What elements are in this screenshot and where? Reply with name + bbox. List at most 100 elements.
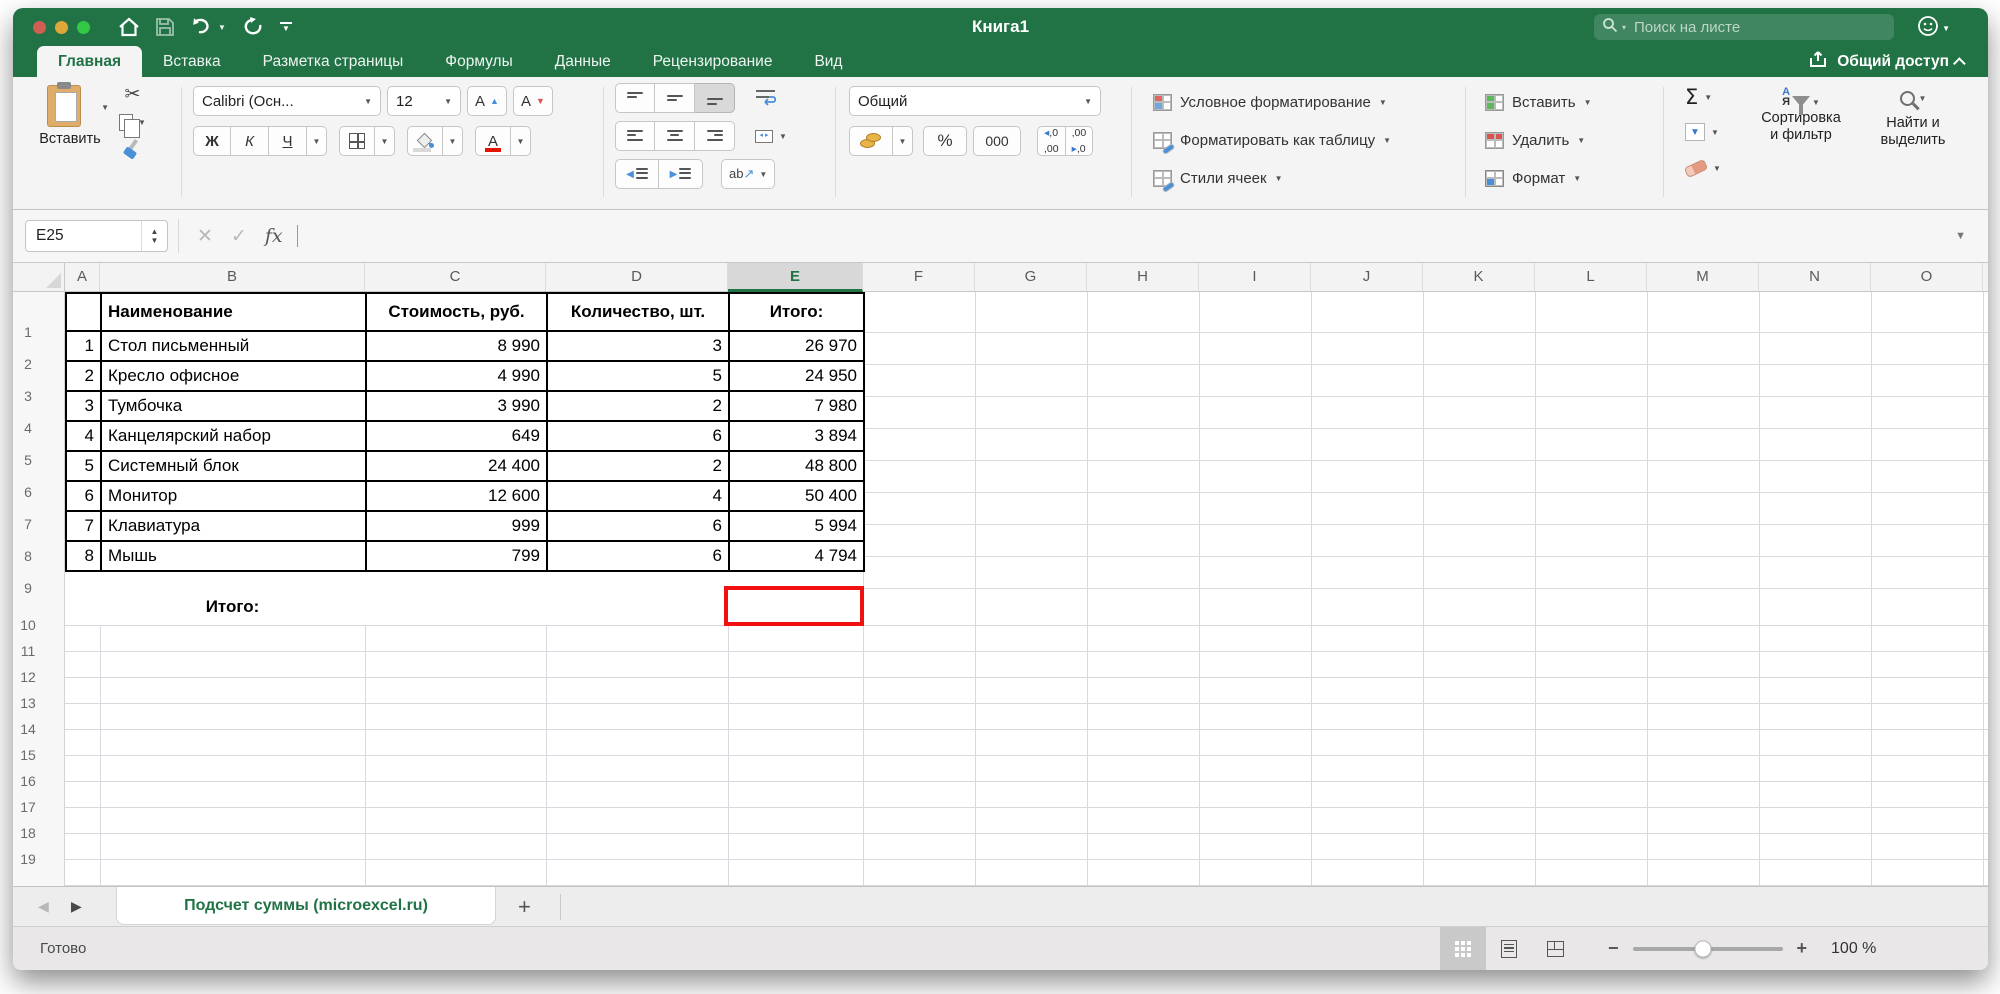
fill-color-dropdown-icon[interactable]: ▼ xyxy=(443,126,463,156)
cell-n[interactable]: 2 xyxy=(65,360,102,392)
zoom-slider[interactable] xyxy=(1632,940,1783,957)
search-input[interactable]: ▾ Поиск на листе xyxy=(1594,14,1894,40)
conditional-formatting-button[interactable]: Условное форматирование ▼ xyxy=(1153,87,1387,117)
search-scope-chevron-icon[interactable]: ▾ xyxy=(1622,23,1626,32)
column-header-n[interactable]: N xyxy=(1759,263,1871,291)
cell-qty[interactable]: 3 xyxy=(546,330,730,362)
cell-total[interactable]: 4 794 xyxy=(728,540,865,572)
decrease-indent-button[interactable]: ◀ xyxy=(615,159,659,189)
zoom-out-button[interactable]: − xyxy=(1608,938,1619,959)
decrease-font-button[interactable]: A ▼ xyxy=(512,86,553,116)
undo-dropdown-icon[interactable]: ▼ xyxy=(218,23,226,32)
orientation-button[interactable]: ab↗ ▼ xyxy=(721,159,776,189)
row-header-11[interactable]: 11 xyxy=(13,643,43,659)
cell-name[interactable]: Мышь xyxy=(100,540,367,572)
header-total[interactable]: Итого: xyxy=(728,292,865,332)
column-header-l[interactable]: L xyxy=(1535,263,1647,291)
cell-qty[interactable]: 2 xyxy=(546,390,730,422)
tab-insert[interactable]: Вставка xyxy=(142,46,242,77)
orientation-dropdown-icon[interactable]: ▼ xyxy=(759,170,767,179)
align-right-button[interactable] xyxy=(695,121,735,151)
cell-qty[interactable]: 6 xyxy=(546,510,730,542)
currency-format-button[interactable] xyxy=(849,126,893,156)
row-header-2[interactable]: 2 xyxy=(13,356,43,372)
column-header-j[interactable]: J xyxy=(1311,263,1423,291)
cell-total[interactable]: 5 994 xyxy=(728,510,865,542)
font-size-select[interactable]: 12 ▼ xyxy=(387,86,461,116)
format-cells-button[interactable]: Формат ▼ xyxy=(1485,163,1581,193)
format-painter-button[interactable] xyxy=(122,138,142,160)
cell-qty[interactable]: 5 xyxy=(546,360,730,392)
cell-price[interactable]: 799 xyxy=(365,540,548,572)
merge-dropdown-icon[interactable]: ▼ xyxy=(779,132,787,141)
row-header-3[interactable]: 3 xyxy=(13,388,43,404)
tab-home[interactable]: Главная xyxy=(37,46,143,77)
tab-view[interactable]: Вид xyxy=(793,46,863,77)
cell-n[interactable]: 1 xyxy=(65,330,102,362)
share-button[interactable]: Общий доступ xyxy=(1809,50,1966,73)
insert-cells-button[interactable]: Вставить ▼ xyxy=(1485,87,1592,117)
total-row-label[interactable]: Итого: xyxy=(100,588,365,625)
cell-n[interactable]: 5 xyxy=(65,450,102,482)
cell[interactable] xyxy=(65,292,102,332)
cell-qty[interactable]: 4 xyxy=(546,480,730,512)
cell-name[interactable]: Клавиатура xyxy=(100,510,367,542)
column-header-m[interactable]: M xyxy=(1647,263,1759,291)
row-header-6[interactable]: 6 xyxy=(13,484,43,500)
column-header-o[interactable]: O xyxy=(1871,263,1983,291)
cell-n[interactable]: 3 xyxy=(65,390,102,422)
cell-total[interactable]: 26 970 xyxy=(728,330,865,362)
cell-total[interactable]: 48 800 xyxy=(728,450,865,482)
row-header-5[interactable]: 5 xyxy=(13,452,43,468)
cell-price[interactable]: 12 600 xyxy=(365,480,548,512)
row-header-8[interactable]: 8 xyxy=(13,548,43,564)
zoom-in-button[interactable]: + xyxy=(1797,938,1808,959)
cell-price[interactable]: 24 400 xyxy=(365,450,548,482)
tab-page-layout[interactable]: Разметка страницы xyxy=(242,46,425,77)
column-header-d[interactable]: D xyxy=(546,263,728,291)
align-top-button[interactable] xyxy=(615,83,655,113)
select-all-corner[interactable] xyxy=(13,263,65,292)
autosum-dropdown-icon[interactable]: ▼ xyxy=(1704,93,1712,102)
decrease-decimal-button[interactable]: ,00 ▸,0 xyxy=(1065,126,1094,156)
cell-name[interactable]: Канцелярский набор xyxy=(100,420,367,452)
row-header-1[interactable]: 1 xyxy=(13,324,43,340)
cell-price[interactable]: 4 990 xyxy=(365,360,548,392)
normal-view-button[interactable] xyxy=(1440,927,1486,970)
row-header-13[interactable]: 13 xyxy=(13,695,43,711)
align-bottom-button[interactable] xyxy=(695,83,735,113)
font-color-dropdown-icon[interactable]: ▼ xyxy=(511,126,531,156)
row-header-4[interactable]: 4 xyxy=(13,420,43,436)
fill-button[interactable]: ▼ xyxy=(1685,123,1705,141)
zoom-window-button[interactable] xyxy=(77,20,90,34)
active-sheet-tab[interactable]: Подсчет суммы (microexcel.ru) xyxy=(116,887,496,925)
column-header-c[interactable]: C xyxy=(365,263,546,291)
cell-name[interactable]: Системный блок xyxy=(100,450,367,482)
row-header-16[interactable]: 16 xyxy=(13,773,43,789)
tab-formulas[interactable]: Формулы xyxy=(424,46,533,77)
selected-total-cell-red-highlight[interactable] xyxy=(724,586,864,626)
font-color-button[interactable]: А xyxy=(475,126,511,156)
cell-name[interactable]: Тумбочка xyxy=(100,390,367,422)
percent-format-button[interactable]: % xyxy=(923,126,967,156)
cell-qty[interactable]: 2 xyxy=(546,450,730,482)
header-qty[interactable]: Количество, шт. xyxy=(546,292,730,332)
increase-font-button[interactable]: A ▲ xyxy=(467,86,507,116)
font-name-select[interactable]: Calibri (Осн... ▼ xyxy=(193,86,381,116)
save-icon[interactable] xyxy=(156,18,174,36)
page-break-view-button[interactable] xyxy=(1532,927,1578,970)
delete-cells-button[interactable]: Удалить ▼ xyxy=(1485,125,1585,155)
fill-color-button[interactable] xyxy=(407,126,443,156)
cell-total[interactable]: 3 894 xyxy=(728,420,865,452)
confirm-entry-icon[interactable]: ✓ xyxy=(231,225,247,248)
copy-button[interactable] xyxy=(119,114,140,138)
cell-total[interactable]: 7 980 xyxy=(728,390,865,422)
redo-icon[interactable] xyxy=(242,17,264,37)
cut-button[interactable]: ✂ xyxy=(125,83,141,106)
cell-styles-button[interactable]: Стили ячеек ▼ xyxy=(1153,163,1283,193)
clear-dropdown-icon[interactable]: ▼ xyxy=(1713,164,1721,173)
add-sheet-button[interactable]: + xyxy=(518,887,531,926)
sheet-grid[interactable]: A B C D E F G H I J K L M N O 1 2 3 4 5 … xyxy=(13,263,1988,886)
cell-n[interactable]: 8 xyxy=(65,540,102,572)
cancel-entry-icon[interactable]: ✕ xyxy=(197,225,213,248)
